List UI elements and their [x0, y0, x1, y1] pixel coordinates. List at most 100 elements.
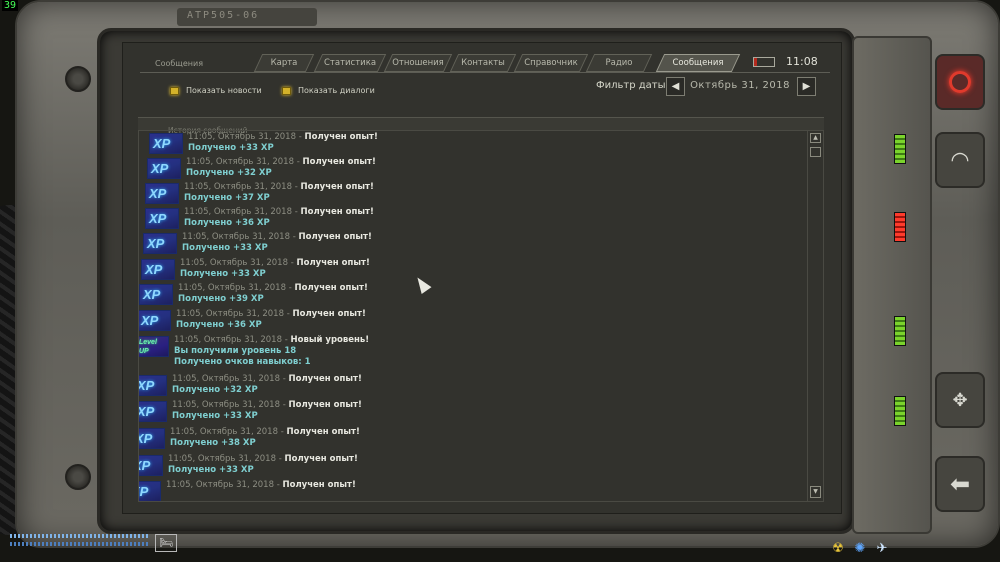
tab-1[interactable]: Статистика	[313, 54, 387, 72]
message-item[interactable]: XP 11:05, Октябрь 31, 2018 - Получен опыт…	[141, 258, 781, 285]
back-button[interactable]: ⬅	[935, 456, 985, 512]
message-text: Получено +38 XP	[170, 438, 256, 448]
message-meta: 11:05, Октябрь 31, 2018 - Получен опыт!	[172, 400, 362, 410]
message-item[interactable]: XP 11:05, Октябрь 31, 2018 - Получен опыт…	[139, 374, 773, 401]
crosshair-button[interactable]: ✥	[935, 372, 985, 428]
bed-icon: 🛏	[155, 534, 177, 552]
tab-5[interactable]: Радио	[585, 54, 653, 72]
checkbox-indicator	[170, 86, 179, 95]
power-icon	[949, 71, 971, 93]
message-title: Получен опыт!	[294, 283, 368, 293]
xp-icon: XP	[139, 284, 173, 305]
message-item[interactable]: XP 11:05, Октябрь 31, 2018 - Получен опыт…	[139, 309, 777, 336]
message-item[interactable]: XP 11:05, Октябрь 31, 2018 - Получен опыт…	[139, 283, 779, 310]
tab-label: Справочник	[524, 58, 578, 68]
xp-icon: XP	[147, 158, 181, 179]
message-list[interactable]: XP 11:05, Октябрь 31, 2018 - Получен опыт…	[138, 130, 824, 502]
bolt-icon	[65, 464, 91, 490]
xp-icon: XP	[139, 455, 163, 476]
xp-icon: XP	[141, 259, 175, 280]
show-news-label: Показать новости	[186, 86, 262, 95]
message-text: Получено +32 XP	[172, 385, 258, 395]
tab-label: Контакты	[461, 58, 505, 68]
separator: -	[296, 157, 300, 167]
message-body: Получено +36 XP	[184, 218, 270, 229]
separator: -	[280, 427, 284, 437]
message-body: Получено +39 XP	[178, 294, 264, 305]
show-news-toggle[interactable]: Показать новости	[170, 86, 262, 95]
xp-icon: XP	[139, 310, 171, 331]
message-text-2: Получено очков навыков: 1	[174, 357, 311, 367]
tab-4[interactable]: Справочник	[513, 54, 589, 72]
tab-3[interactable]: Контакты	[449, 54, 517, 72]
date-next-button[interactable]: ▶	[797, 77, 816, 96]
message-meta: 11:05, Октябрь 31, 2018 - Получен опыт!	[184, 182, 374, 192]
fps-counter: 39	[2, 0, 19, 11]
message-item[interactable]: XP 11:05, Октябрь 31, 2018 - Получен опыт…	[139, 480, 767, 501]
message-time: 11:05, Октябрь 31, 2018	[166, 480, 274, 490]
message-text: Вы получили уровень 18	[174, 346, 297, 356]
message-time: 11:05, Октябрь 31, 2018	[172, 400, 280, 410]
separator: -	[276, 480, 280, 490]
message-item[interactable]: XP 11:05, Октябрь 31, 2018 - Получен опыт…	[139, 427, 771, 454]
crosshair-icon: ✥	[952, 389, 968, 411]
tab-label: Радио	[605, 58, 633, 68]
message-text: Получено +37 XP	[184, 193, 270, 203]
message-meta: 11:05, Октябрь 31, 2018 - Получен опыт!	[176, 309, 366, 319]
weight-icon: ✈	[876, 541, 888, 556]
scroll-thumb[interactable]	[810, 147, 821, 157]
message-time: 11:05, Октябрь 31, 2018	[184, 182, 292, 192]
message-item[interactable]: XP 11:05, Октябрь 31, 2018 - Получен опыт…	[145, 207, 785, 234]
battery-fill	[754, 58, 757, 66]
status-led-green	[894, 316, 906, 346]
message-time: 11:05, Октябрь 31, 2018	[172, 374, 280, 384]
tab-2[interactable]: Отношения	[383, 54, 453, 72]
scrollbar[interactable]: ▲ ▼	[807, 130, 823, 502]
health-bar	[10, 542, 150, 546]
message-item[interactable]: XP 11:05, Октябрь 31, 2018 - Получен опыт…	[143, 232, 783, 259]
message-time: 11:05, Октябрь 31, 2018	[174, 335, 282, 345]
message-text: Получено +33 XP	[188, 143, 274, 153]
separator: -	[294, 182, 298, 192]
tab-6[interactable]: Сообщения	[655, 54, 741, 72]
separator: -	[282, 400, 286, 410]
separator: -	[290, 258, 294, 268]
level-up-icon: Level UP	[139, 336, 169, 357]
separator: -	[282, 374, 286, 384]
power-button[interactable]	[935, 54, 985, 110]
message-item[interactable]: XP 11:05, Октябрь 31, 2018 - Получен опыт…	[145, 182, 785, 209]
wifi-button[interactable]: ◠	[935, 132, 985, 188]
message-title: Получен опыт!	[292, 309, 366, 319]
arrow-left-icon: ◀	[671, 81, 680, 92]
show-dialogs-toggle[interactable]: Показать диалоги	[282, 86, 375, 95]
separator: -	[294, 207, 298, 217]
message-item[interactable]: XP 11:05, Октябрь 31, 2018 - Получен опыт…	[139, 454, 769, 481]
message-meta: 11:05, Октябрь 31, 2018 - Получен опыт!	[186, 157, 376, 167]
hud-status-icons: ☢ ✺ ✈	[830, 541, 890, 557]
message-title: Получен опыт!	[304, 132, 378, 142]
scroll-down-button[interactable]: ▼	[810, 486, 821, 498]
message-item[interactable]: XP 11:05, Октябрь 31, 2018 - Получен опыт…	[147, 157, 787, 184]
message-title: Получен опыт!	[282, 480, 356, 490]
message-time: 11:05, Октябрь 31, 2018	[176, 309, 284, 319]
message-item[interactable]: XP 11:05, Октябрь 31, 2018 - Получен опыт…	[139, 400, 773, 427]
message-time: 11:05, Октябрь 31, 2018	[188, 132, 296, 142]
message-text: Получено +33 XP	[180, 269, 266, 279]
message-meta: 11:05, Октябрь 31, 2018 - Получен опыт!	[172, 374, 362, 384]
separator: -	[278, 454, 282, 464]
message-body: Вы получили уровень 18 Получено очков нав…	[174, 346, 311, 368]
message-meta: 11:05, Октябрь 31, 2018 - Получен опыт!	[178, 283, 368, 293]
battery-indicator	[753, 57, 775, 67]
separator: -	[286, 309, 290, 319]
message-text: Получено +36 XP	[176, 320, 262, 330]
date-prev-button[interactable]: ◀	[666, 77, 685, 96]
show-dialogs-label: Показать диалоги	[298, 86, 375, 95]
message-time: 11:05, Октябрь 31, 2018	[180, 258, 288, 268]
message-body: Получено +33 XP	[168, 465, 254, 476]
message-item[interactable]: Level UP 11:05, Октябрь 31, 2018 - Новый …	[139, 335, 775, 367]
message-item[interactable]: XP 11:05, Октябрь 31, 2018 - Получен опыт…	[149, 132, 789, 159]
stamina-bar	[10, 534, 150, 538]
scroll-up-button[interactable]: ▲	[810, 133, 821, 143]
radiation-icon: ☢	[832, 541, 844, 556]
tab-0[interactable]: Карта	[253, 54, 315, 72]
